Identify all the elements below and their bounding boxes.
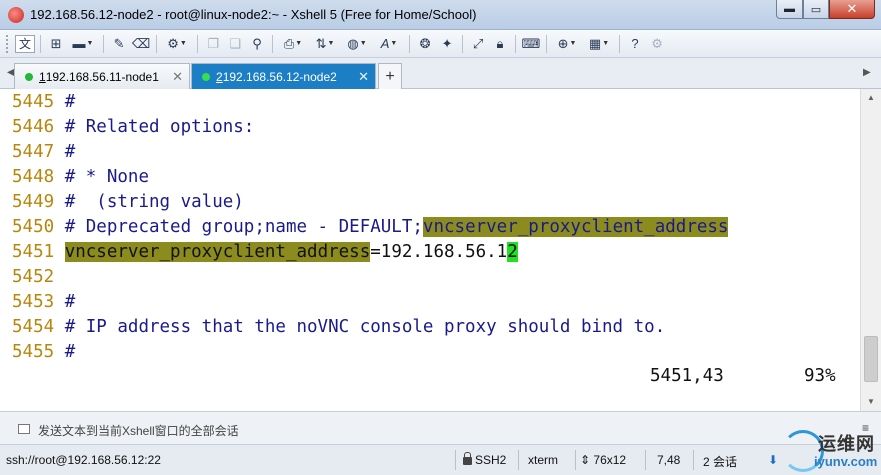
tab-label: 192.168.56.12-node2 (222, 69, 337, 84)
close-window-button[interactable]: ✕ (829, 0, 875, 19)
watermark-logo: 运维网 iyunv.com (778, 428, 881, 475)
terminal-area[interactable]: 5445 # 5446 # Related options: 5447 # 54… (0, 89, 860, 411)
tab-number: 1 (39, 69, 46, 84)
terminal-line: 5450 # Deprecated group;name - DEFAULT;v… (12, 217, 729, 237)
tab-close-icon[interactable]: ✕ (172, 69, 183, 85)
protocol-status: SSH2 (463, 452, 506, 467)
connection-address: ssh://root@192.168.56.12:22 (6, 453, 161, 467)
maximize-button[interactable]: ▭ (803, 0, 829, 19)
fullscreen-icon[interactable]: ⤢ (468, 33, 488, 55)
copy-icon[interactable]: ❐ (203, 33, 223, 55)
terminal-line: 5453 # (12, 292, 76, 312)
vim-scroll-percent: 93% (804, 366, 836, 386)
transfer-icon[interactable]: ⇅ ▼ (310, 33, 340, 55)
status-separator (645, 450, 646, 470)
language-button[interactable]: 文 (15, 33, 36, 55)
status-separator (518, 450, 519, 470)
terminal-line: 5455 # (12, 342, 76, 362)
toolbar-separator (515, 34, 517, 53)
scroll-up-icon[interactable]: ▲ (861, 89, 881, 106)
minimize-button[interactable]: ▬ (776, 0, 803, 19)
print-icon[interactable]: ⎙ ▼ (278, 33, 308, 55)
open-folder-icon[interactable]: ▬ ▼ (68, 33, 98, 55)
paste-icon[interactable]: ❏ (225, 33, 245, 55)
scroll-thumb[interactable] (864, 336, 878, 382)
tab-label: 192.168.56.11-node1 (45, 69, 159, 84)
terminal-line: 5447 # (12, 142, 76, 162)
text-cursor: 2 (507, 242, 518, 262)
tab-scroll-right-icon[interactable]: ▶ (863, 67, 871, 78)
toolbar-grip[interactable] (6, 34, 10, 53)
toolbar-separator (156, 34, 158, 53)
scroll-down-icon[interactable]: ▼ (861, 393, 881, 410)
compose-input[interactable]: 发送文本到当前Xshell窗口的全部会话 (38, 422, 239, 439)
watermark-text: 运维网 (818, 434, 875, 454)
keyboard-icon[interactable]: ⌨ (521, 33, 541, 55)
toolbar-separator (546, 34, 548, 53)
cursor-position: 7,48 (657, 453, 681, 467)
search-highlight: vncserver_proxyclient_address (422, 217, 729, 237)
watermark-subtext: iyunv.com (814, 454, 878, 469)
window-title: 192.168.56.12-node2 - root@linux-node2:~… (30, 7, 477, 22)
xftp-icon[interactable]: ❂ (415, 33, 435, 55)
terminal-line: 5445 # (12, 92, 76, 112)
download-icon[interactable]: ⬇ (768, 453, 778, 467)
window-controls: ▬ ▭ ✕ (776, 0, 875, 20)
tab-session-node2[interactable]: 2 192.168.56.12-node2 ✕ (191, 63, 376, 89)
lock-icon[interactable]: 🔒︎ (490, 33, 510, 55)
pencil-icon[interactable]: ✎ (109, 33, 129, 55)
lock-icon (463, 452, 472, 465)
title-bar: 192.168.56.12-node2 - root@linux-node2:~… (0, 0, 881, 30)
toolbar-separator (272, 34, 274, 53)
properties-icon[interactable]: ⚙ ▼ (162, 33, 192, 55)
toolbar: 文 ⊞ ▬ ▼ ✎ ⌫ ⚙ ▼ ❐ ❏ ⚲ ⎙ ▼ ⇅ ▼ ◍ ▼ A ▼ ❂ ✦ ⤢ 🔒︎… (0, 30, 881, 58)
terminal-type: xterm (528, 453, 558, 467)
find-icon[interactable]: ⚲ (247, 33, 267, 55)
connected-status-icon (202, 72, 210, 81)
status-bar: ssh://root@192.168.56.12:22 SSH2 xterm ⇕… (0, 445, 881, 475)
globe-icon[interactable]: ◍ ▼ (342, 33, 372, 55)
connected-status-icon (25, 72, 33, 81)
status-separator (575, 450, 576, 470)
toolbar-separator (409, 34, 411, 53)
terminal-line: 5448 # * None (12, 167, 149, 187)
tab-session-node1[interactable]: 1 192.168.56.11-node1 ✕ (14, 63, 190, 89)
new-tab-button[interactable]: + (378, 63, 402, 89)
status-separator (693, 450, 694, 470)
terminal-line: 5449 # (string value) (12, 192, 244, 212)
vim-cursor-position: 5451,43 (650, 366, 724, 386)
help-icon[interactable]: ? (625, 33, 645, 55)
add-icon[interactable]: ⊕ ▼ (552, 33, 582, 55)
toolbar-separator (103, 34, 105, 53)
toolbar-separator (40, 34, 42, 53)
terminal-size: ⇕ 76x12 (580, 453, 627, 467)
terminal-line: 5454 # IP address that the noVNC console… (12, 317, 666, 337)
terminal-line: 5452 (12, 267, 55, 287)
toolbar-separator (462, 34, 464, 53)
resize-icon: ⇕ (580, 453, 594, 467)
xshell-app-icon[interactable] (8, 7, 24, 23)
status-separator (455, 450, 456, 470)
toolbar-separator (619, 34, 621, 53)
compose-bar: 发送文本到当前Xshell窗口的全部会话 ≡ (0, 411, 881, 445)
font-icon[interactable]: A ▼ (374, 33, 404, 55)
terminal-line: 5446 # Related options: (12, 117, 255, 137)
session-count: 2 会话 (703, 455, 738, 469)
session-tab-bar: ◀ 1 192.168.56.11-node1 ✕ 2 192.168.56.1… (0, 58, 881, 89)
search-highlight: vncserver_proxyclient_address (64, 242, 371, 262)
layout-icon[interactable]: ▦ ▼ (584, 33, 614, 55)
xmanager-icon[interactable]: ✦ (437, 33, 457, 55)
compose-icon[interactable] (18, 424, 30, 434)
eraser-icon[interactable]: ⌫ (131, 33, 151, 55)
new-session-icon[interactable]: ⊞ (46, 33, 66, 55)
toolbar-separator (197, 34, 199, 53)
tab-close-icon[interactable]: ✕ (358, 69, 369, 85)
settings-icon[interactable]: ⚙ (647, 33, 667, 55)
tab-number: 2 (216, 69, 223, 84)
terminal-line: 5451 vncserver_proxyclient_address=192.1… (12, 242, 518, 262)
terminal-scrollbar[interactable]: ▲ ▼ (860, 89, 881, 411)
